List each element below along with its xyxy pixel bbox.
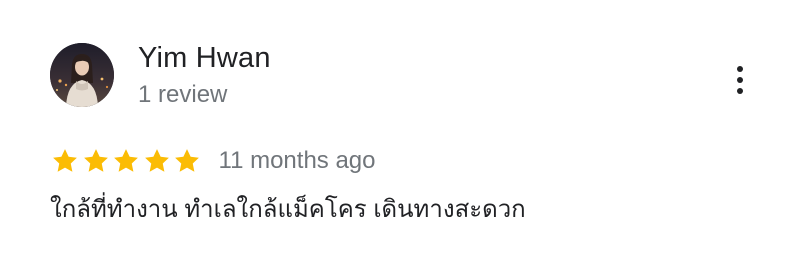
more-vertical-icon [737,88,743,94]
profile-photo-icon [50,43,114,107]
star-icon [172,146,202,176]
star-icon [50,146,80,176]
more-vertical-icon [737,66,743,72]
reviewer-avatar[interactable] [50,43,114,107]
review-text: ใกล้ที่ทำงาน ทำเลใกล้แม็คโคร เดินทางสะดว… [50,196,526,223]
star-icon [81,146,111,176]
star-icon [142,146,172,176]
review-time: 11 months ago [218,147,376,174]
reviewer-name[interactable]: Yim Hwan [138,40,271,76]
rating-row: 11 months ago [50,145,376,177]
reviewer-review-count[interactable]: 1 review [138,79,227,111]
more-options-button[interactable] [722,60,758,100]
review-card: Yim Hwan 1 review 11 months ago ใกล้ที่ท… [0,0,800,262]
more-vertical-icon [737,77,743,83]
star-rating [50,146,203,176]
star-icon [111,146,141,176]
